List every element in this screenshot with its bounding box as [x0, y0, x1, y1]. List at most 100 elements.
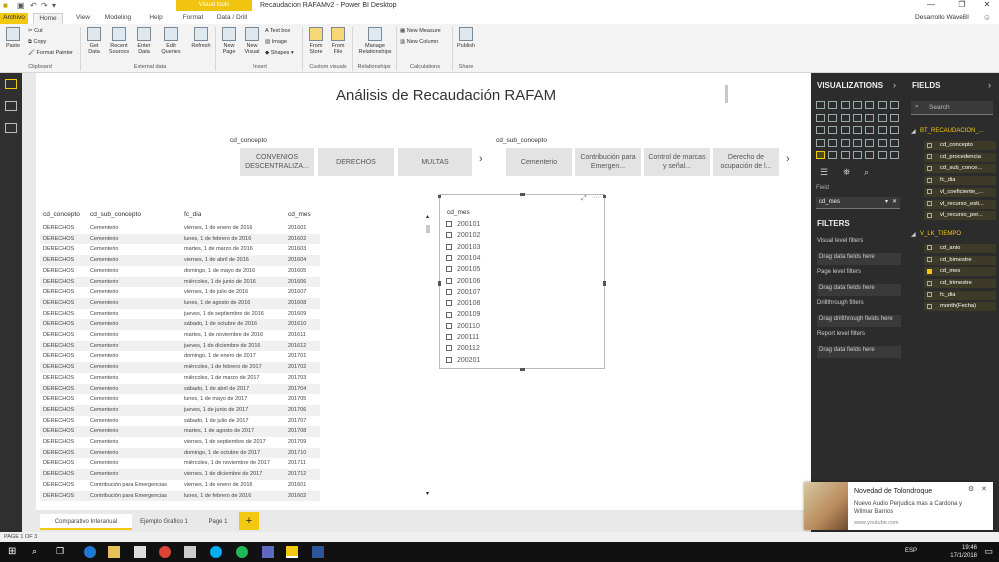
- visual-type-icon[interactable]: [816, 113, 825, 122]
- report-title[interactable]: Análisis de Recaudación RAFAM: [336, 87, 556, 104]
- cd-mes-option[interactable]: 200101: [446, 221, 480, 231]
- visual-type-icon[interactable]: [852, 101, 862, 109]
- field-item[interactable]: cd_trimestre: [924, 279, 996, 288]
- field-well-cd-mes[interactable]: cd_mes ▾ ✕: [816, 197, 900, 209]
- visual-type-icon[interactable]: [877, 138, 887, 147]
- visual-type-icon[interactable]: [828, 126, 838, 135]
- field-checkbox-icon[interactable]: [927, 154, 932, 160]
- checkbox-icon[interactable]: [446, 288, 452, 295]
- table-row[interactable]: DERECHOS Cementerio jueves, 1 de septiembr…: [40, 309, 320, 320]
- close-window-icon[interactable]: ✕: [977, 0, 997, 12]
- visual-type-icon[interactable]: [840, 113, 850, 122]
- page-tab-ejemplo-grafico-1[interactable]: Ejemplo Grafico 1: [134, 514, 194, 530]
- table-row[interactable]: DERECHOS Contribución para Emergencias lun…: [40, 490, 320, 502]
- table-row[interactable]: DERECHOS Cementerio viernes, 1 de septiemb…: [40, 437, 320, 448]
- edge-browser-icon[interactable]: [84, 546, 96, 558]
- table-row[interactable]: DERECHOS Cementerio domingo, 1 de octubre …: [40, 447, 320, 459]
- sub-concepto-tile-control-marcas[interactable]: Control de marcas y señal...: [644, 148, 710, 176]
- field-checkbox-icon[interactable]: [927, 292, 932, 298]
- report-level-filters[interactable]: Report level filters: [817, 331, 865, 337]
- field-item[interactable]: cd_anio: [924, 243, 996, 253]
- field-item[interactable]: cd_procedencia: [924, 152, 996, 162]
- resize-handle-bottom[interactable]: [520, 368, 525, 371]
- canvas-scroll-handle[interactable]: [725, 85, 728, 103]
- concepto-tile-derechos[interactable]: DERECHOS: [318, 148, 394, 176]
- table-row[interactable]: DERECHOS Cementerio domingo, 1 de enero de…: [40, 351, 320, 362]
- manage-relationships-button[interactable]: Manage Relationships: [355, 27, 395, 55]
- tab-help[interactable]: Help: [143, 13, 169, 24]
- field-item[interactable]: vl_recurso_per...: [924, 211, 996, 221]
- remove-field-icon[interactable]: ✕: [892, 198, 897, 205]
- visual-type-icon[interactable]: [816, 126, 825, 135]
- column-header-cd-sub-concepto[interactable]: cd_sub_concepto: [90, 211, 141, 218]
- visual-type-icon[interactable]: [865, 126, 875, 135]
- undo-icon[interactable]: ↶: [30, 1, 37, 10]
- from-store-button[interactable]: From Store: [305, 27, 327, 55]
- field-checkbox-icon[interactable]: [927, 212, 932, 218]
- field-checkbox-icon[interactable]: [927, 201, 932, 206]
- field-item[interactable]: fc_dia: [924, 290, 996, 300]
- visual-type-icon[interactable]: [840, 101, 850, 109]
- customize-quick-access-icon[interactable]: ▾: [52, 1, 56, 10]
- field-item[interactable]: cd_bimestre: [924, 255, 996, 265]
- mail-icon[interactable]: [134, 546, 146, 558]
- visual-type-icon[interactable]: [877, 101, 887, 109]
- fields-well-icon[interactable]: ☰: [820, 167, 828, 178]
- checkbox-icon[interactable]: [446, 221, 452, 228]
- table-row[interactable]: DERECHOS Cementerio martes, 1 de noviembre…: [40, 330, 320, 341]
- cd-mes-option[interactable]: 200102: [446, 232, 480, 242]
- field-item[interactable]: month(Fecha): [924, 302, 996, 312]
- table-row[interactable]: DERECHOS Cementerio sábado, 1 de octubre d…: [40, 319, 320, 330]
- field-checkbox-icon[interactable]: [927, 245, 932, 251]
- analytics-icon[interactable]: ⌕: [864, 167, 869, 178]
- table-scrollbar[interactable]: ▴ ▾: [426, 214, 431, 497]
- field-checkbox-icon[interactable]: [927, 177, 932, 183]
- checkbox-icon[interactable]: [446, 266, 452, 273]
- word-icon[interactable]: [312, 546, 324, 558]
- skype-icon[interactable]: [210, 546, 222, 558]
- table-row[interactable]: DERECHOS Cementerio sábado, 1 de abril de …: [40, 383, 320, 395]
- cd-mes-option[interactable]: 200109: [446, 311, 480, 321]
- field-item[interactable]: vl_recurso_esti...: [924, 199, 996, 209]
- signed-in-user[interactable]: Desarrollo WaveBI: [915, 14, 969, 21]
- visual-type-icon[interactable]: [840, 126, 850, 135]
- checkbox-icon[interactable]: [446, 322, 452, 329]
- format-paint-roller-icon[interactable]: ⛯: [843, 167, 850, 178]
- report-view-icon[interactable]: [5, 79, 17, 89]
- relationships-view-icon[interactable]: [5, 123, 17, 133]
- visual-type-icon[interactable]: [877, 126, 887, 135]
- field-item[interactable]: cd_sub_conce...: [924, 164, 996, 174]
- resize-handle-top-right[interactable]: [603, 195, 606, 198]
- visual-type-icon[interactable]: [840, 138, 850, 147]
- table-scroll-thumb[interactable]: [426, 225, 430, 233]
- visual-filters-drop-zone[interactable]: Drag data fields here: [817, 253, 901, 265]
- sub-concepto-tile-contribucion[interactable]: Contribución para Emergen...: [575, 148, 641, 176]
- copy-button[interactable]: ⧉ Copy: [28, 39, 46, 46]
- visual-type-icon[interactable]: [828, 101, 838, 109]
- concepto-next-icon[interactable]: ›: [479, 153, 483, 165]
- task-view-icon[interactable]: ❐: [56, 546, 68, 558]
- field-checkbox-icon[interactable]: [927, 303, 932, 309]
- column-header-cd-concepto[interactable]: cd_concepto: [43, 211, 80, 218]
- cd-mes-option[interactable]: 200103: [446, 244, 480, 254]
- visual-type-icon[interactable]: [852, 113, 862, 122]
- visual-type-icon[interactable]: [816, 138, 825, 147]
- table-row[interactable]: DERECHOS Cementerio sábado, 1 de julio de …: [40, 416, 320, 427]
- edit-queries-button[interactable]: Edit Queries: [158, 27, 184, 55]
- checkbox-icon[interactable]: [446, 311, 452, 318]
- cd-mes-option[interactable]: 200104: [446, 255, 480, 265]
- tab-home[interactable]: Home: [33, 13, 63, 24]
- notification-close-icon[interactable]: ✕: [981, 485, 987, 493]
- refresh-button[interactable]: Refresh: [189, 27, 213, 49]
- sub-concepto-tile-derecho-ocupacion[interactable]: Derecho de ocupación de l...: [713, 148, 779, 176]
- file-explorer-icon[interactable]: [108, 546, 120, 558]
- checkbox-icon[interactable]: [446, 243, 452, 250]
- store-taskbar-icon[interactable]: [184, 546, 196, 558]
- field-table-name[interactable]: V_LK_TIEMPO: [920, 231, 961, 237]
- search-taskbar-icon[interactable]: ⌕: [32, 546, 44, 558]
- visual-type-icon[interactable]: [889, 151, 899, 160]
- page-level-filters[interactable]: Page level filters: [817, 269, 861, 275]
- table-row[interactable]: DERECHOS Cementerio martes, 1 de agosto de…: [40, 426, 320, 437]
- spotify-icon[interactable]: [236, 546, 248, 558]
- chrome-icon[interactable]: [159, 546, 171, 558]
